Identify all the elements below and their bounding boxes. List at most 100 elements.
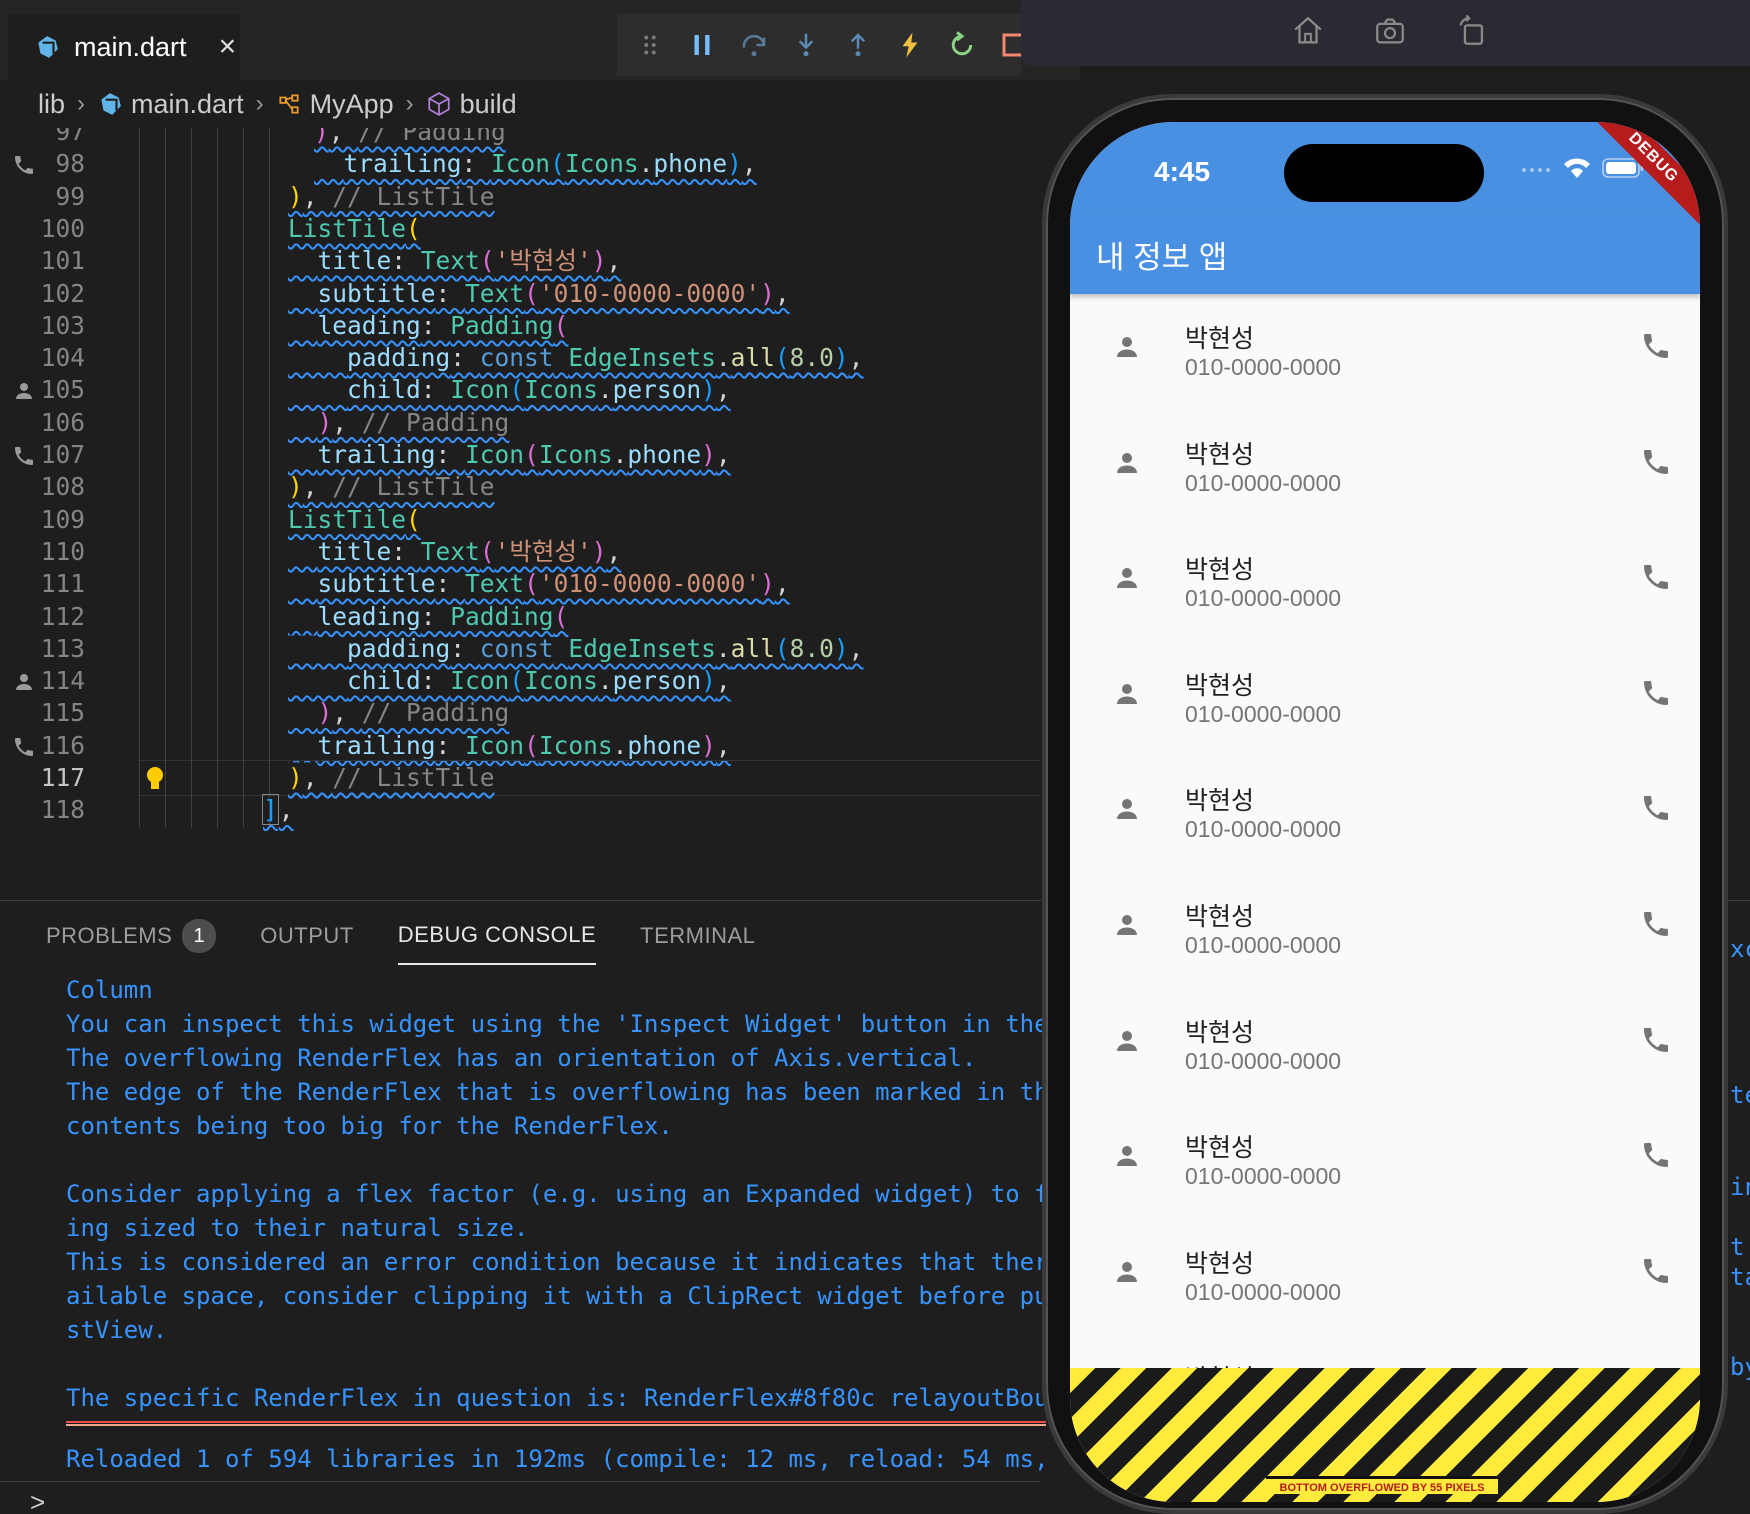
code-line[interactable]: 112 leading: Padding( bbox=[0, 598, 1040, 635]
tab-main-dart[interactable]: main.dart × bbox=[8, 14, 240, 80]
method-icon bbox=[428, 92, 450, 116]
phone-icon[interactable] bbox=[1640, 330, 1672, 362]
tab-problems[interactable]: PROBLEMS 1 bbox=[46, 919, 217, 965]
code-line[interactable]: 115 ), // Padding bbox=[0, 695, 1040, 732]
code-line[interactable]: 100 ListTile( bbox=[0, 210, 1040, 247]
code-line[interactable]: 102 subtitle: Text('010-0000-0000'), bbox=[0, 275, 1040, 312]
iphone-simulator-frame: 4:45 내 정보 앱 박현성 010-0000-0000 박현성 010-0000-… bbox=[1042, 94, 1728, 1514]
phone-screen[interactable]: 4:45 내 정보 앱 박현성 010-0000-0000 박현성 010-0000-… bbox=[1070, 122, 1700, 1502]
tab-output[interactable]: OUTPUT bbox=[260, 919, 353, 965]
lightbulb-icon[interactable] bbox=[144, 766, 166, 792]
restart-button[interactable] bbox=[947, 30, 977, 60]
home-icon[interactable] bbox=[1291, 14, 1325, 53]
list-tile[interactable]: 박현성010-0000-0000 bbox=[1070, 1219, 1700, 1335]
line-number: 115 bbox=[40, 698, 85, 728]
code-text: ), // Padding bbox=[317, 407, 510, 437]
tile-subtitle: 010-0000-0000 bbox=[1185, 1047, 1342, 1074]
list-tile[interactable]: 박현성010-0000-0000 bbox=[1070, 1103, 1700, 1219]
code-line[interactable]: 110 title: Text('박현성'), bbox=[0, 533, 1040, 570]
list-tile[interactable]: 박현성010-0000-0000 bbox=[1070, 641, 1700, 757]
phone-icon[interactable] bbox=[1640, 561, 1672, 593]
debug-console-output[interactable]: Column You can inspect this widget using … bbox=[66, 973, 1046, 1476]
tile-subtitle: 010-0000-0000 bbox=[1185, 469, 1342, 496]
code-text: child: Icon(Icons.person), bbox=[347, 375, 731, 405]
code-line[interactable]: 98 trailing: Icon(Icons.phone), bbox=[0, 146, 1040, 183]
breadcrumb-class[interactable]: MyApp bbox=[310, 89, 394, 120]
contact-list[interactable]: 박현성 010-0000-0000 박현성 010-0000-0000 박현성 010-0… bbox=[1070, 294, 1700, 1450]
tab-debug-console-label: DEBUG CONSOLE bbox=[397, 922, 597, 947]
console-line: ing sized to their natural size. bbox=[66, 1214, 529, 1242]
app-bar: 내 정보 앱 bbox=[1070, 212, 1700, 294]
close-icon[interactable]: × bbox=[219, 30, 237, 64]
phone-icon[interactable] bbox=[1640, 792, 1672, 824]
console-prompt[interactable]: > bbox=[30, 1487, 45, 1514]
person-icon bbox=[1117, 1030, 1137, 1051]
line-number: 108 bbox=[40, 472, 85, 502]
person-icon bbox=[1117, 1261, 1137, 1282]
list-tile[interactable]: 박현성010-0000-0000 bbox=[1070, 872, 1700, 988]
step-over-button[interactable] bbox=[739, 30, 769, 60]
line-number: 103 bbox=[40, 310, 85, 340]
code-line[interactable]: 116 trailing: Icon(Icons.phone), bbox=[0, 727, 1040, 764]
code-text: child: Icon(Icons.person), bbox=[347, 666, 731, 696]
dart-file-icon bbox=[38, 36, 58, 58]
hot-reload-button[interactable] bbox=[895, 30, 925, 60]
code-line[interactable]: 104 padding: const EdgeInsets.all(8.0), bbox=[0, 340, 1040, 377]
tab-debug-console[interactable]: DEBUG CONSOLE bbox=[397, 919, 597, 965]
code-line[interactable]: 101 title: Text('박현성'), bbox=[0, 243, 1040, 280]
console-overflow-fragment: te bbox=[1730, 1081, 1750, 1109]
person-icon bbox=[1117, 568, 1137, 589]
code-text: ), // Padding bbox=[317, 698, 510, 728]
list-tile[interactable]: 박현성010-0000-0000 bbox=[1070, 294, 1700, 410]
code-line[interactable]: 99), // ListTile bbox=[0, 178, 1040, 215]
rotate-icon[interactable] bbox=[1455, 14, 1489, 53]
line-number: 110 bbox=[40, 536, 85, 566]
code-text: title: Text('박현성'), bbox=[317, 246, 622, 276]
code-line[interactable]: 118], bbox=[0, 792, 1040, 829]
phone-icon[interactable] bbox=[1640, 908, 1672, 940]
code-line[interactable]: 117), // ListTile bbox=[0, 760, 1040, 796]
code-editor[interactable]: 97), // Padding 98 trailing: Icon(Icons.p… bbox=[0, 128, 1040, 900]
breadcrumb-lib[interactable]: lib bbox=[38, 89, 65, 120]
tile-subtitle: 010-0000-0000 bbox=[1185, 585, 1342, 612]
screenshot-icon[interactable] bbox=[1373, 14, 1407, 53]
line-number: 109 bbox=[40, 504, 85, 534]
status-icons bbox=[1520, 156, 1644, 180]
chevron-right-icon: › bbox=[77, 90, 86, 117]
list-tile[interactable]: 박현성010-0000-0000 bbox=[1070, 410, 1700, 526]
code-line[interactable]: 113 padding: const EdgeInsets.all(8.0), bbox=[0, 630, 1040, 667]
code-text: ListTile( bbox=[288, 213, 421, 243]
breadcrumb-file[interactable]: main.dart bbox=[131, 89, 244, 120]
class-icon bbox=[279, 94, 299, 114]
code-line[interactable]: 108), // ListTile bbox=[0, 469, 1040, 506]
phone-icon[interactable] bbox=[1640, 1024, 1672, 1056]
code-line[interactable]: 114 child: Icon(Icons.person), bbox=[0, 663, 1040, 700]
phone-icon[interactable] bbox=[1640, 1139, 1672, 1171]
phone-icon[interactable] bbox=[1640, 1255, 1672, 1287]
tile-title: 박현성 bbox=[1185, 556, 1255, 585]
current-line-highlight bbox=[138, 760, 1040, 796]
console-overflow-fragment: ta bbox=[1730, 1263, 1750, 1291]
code-text: ], bbox=[262, 794, 294, 826]
tab-terminal[interactable]: TERMINAL bbox=[640, 919, 755, 965]
breadcrumb-method[interactable]: build bbox=[460, 89, 517, 120]
code-line[interactable]: 106 ), // Padding bbox=[0, 404, 1040, 441]
code-line[interactable]: 111 subtitle: Text('010-0000-0000'), bbox=[0, 566, 1040, 603]
drag-handle-icon[interactable] bbox=[635, 30, 665, 60]
phone-icon[interactable] bbox=[1640, 677, 1672, 709]
person-icon bbox=[1117, 1146, 1137, 1167]
list-tile[interactable]: 박현성010-0000-0000 bbox=[1070, 525, 1700, 641]
code-line[interactable]: 107 trailing: Icon(Icons.phone), bbox=[0, 437, 1040, 473]
step-out-button[interactable] bbox=[843, 30, 873, 60]
pause-button[interactable] bbox=[687, 30, 717, 60]
line-number: 106 bbox=[40, 407, 85, 437]
code-line[interactable]: 105 child: Icon(Icons.person), bbox=[0, 372, 1040, 409]
phone-icon[interactable] bbox=[1640, 446, 1672, 478]
list-tile[interactable]: 박현성010-0000-0000 bbox=[1070, 756, 1700, 872]
step-into-button[interactable] bbox=[791, 30, 821, 60]
tile-title: 박현성 bbox=[1185, 902, 1255, 931]
code-line[interactable]: 109 ListTile( bbox=[0, 501, 1040, 538]
status-bar: 4:45 bbox=[1070, 122, 1700, 212]
list-tile[interactable]: 박현성010-0000-0000 bbox=[1070, 988, 1700, 1104]
code-line[interactable]: 103 leading: Padding( bbox=[0, 307, 1040, 344]
